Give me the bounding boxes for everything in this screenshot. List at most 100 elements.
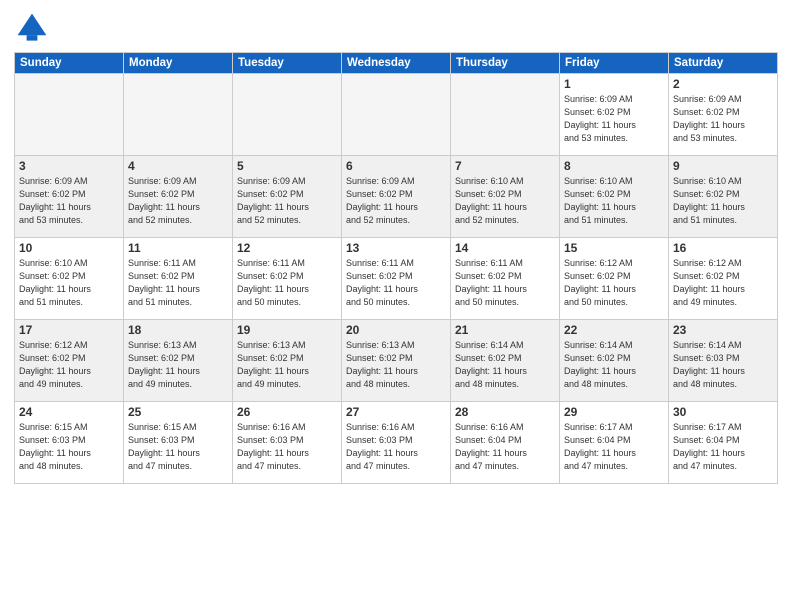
day-info: Sunrise: 6:14 AM Sunset: 6:03 PM Dayligh… — [673, 339, 773, 391]
calendar-week-row: 24Sunrise: 6:15 AM Sunset: 6:03 PM Dayli… — [15, 402, 778, 484]
calendar-cell: 2 Sunrise: 6:09 AM Sunset: 6:02 PM Daylig… — [669, 74, 778, 156]
day-info: Sunrise: 6:16 AM Sunset: 6:03 PM Dayligh… — [237, 421, 337, 473]
day-number: 5 — [237, 159, 337, 173]
day-info: Sunrise: 6:10 AM Sunset: 6:02 PM Dayligh… — [455, 175, 555, 227]
day-number: 9 — [673, 159, 773, 173]
day-info: Sunrise: 6:14 AM Sunset: 6:02 PM Dayligh… — [455, 339, 555, 391]
day-info: Sunrise: 6:13 AM Sunset: 6:02 PM Dayligh… — [237, 339, 337, 391]
calendar-cell: 30 Sunrise: 6:17 AM Sunset: 6:04 PM Dayli… — [669, 402, 778, 484]
calendar-cell: 25Sunrise: 6:15 AM Sunset: 6:03 PM Dayli… — [124, 402, 233, 484]
day-number: 4 — [128, 159, 228, 173]
day-info: Sunrise: 6:10 AM Sunset: 6:02 PM Dayligh… — [673, 175, 773, 227]
day-info: Sunrise: 6:17 AM Sunset: 6:04 PM Dayligh… — [564, 421, 664, 473]
day-info: Sunrise: 6:09 AM Sunset: 6:02 PM Dayligh… — [128, 175, 228, 227]
day-number: 2 — [673, 77, 773, 91]
day-number: 13 — [346, 241, 446, 255]
calendar-cell — [451, 74, 560, 156]
calendar-cell — [124, 74, 233, 156]
header — [14, 10, 778, 46]
calendar-cell: 5 Sunrise: 6:09 AM Sunset: 6:02 PM Daylig… — [233, 156, 342, 238]
calendar-cell: 27 Sunrise: 6:16 AM Sunset: 6:03 PM Dayli… — [342, 402, 451, 484]
day-info: Sunrise: 6:16 AM Sunset: 6:03 PM Dayligh… — [346, 421, 446, 473]
calendar-week-row: 1 Sunrise: 6:09 AM Sunset: 6:02 PM Daylig… — [15, 74, 778, 156]
calendar-cell: 17 Sunrise: 6:12 AM Sunset: 6:02 PM Dayli… — [15, 320, 124, 402]
calendar-cell: 10 Sunrise: 6:10 AM Sunset: 6:02 PM Dayli… — [15, 238, 124, 320]
day-info: Sunrise: 6:15 AM Sunset: 6:03 PM Dayligh… — [19, 421, 119, 473]
day-info: Sunrise: 6:14 AM Sunset: 6:02 PM Dayligh… — [564, 339, 664, 391]
logo — [14, 10, 54, 46]
day-info: Sunrise: 6:13 AM Sunset: 6:02 PM Dayligh… — [128, 339, 228, 391]
day-number: 29 — [564, 405, 664, 419]
day-number: 16 — [673, 241, 773, 255]
weekday-header-wednesday: Wednesday — [342, 53, 451, 74]
calendar-cell: 12Sunrise: 6:11 AM Sunset: 6:02 PM Dayli… — [233, 238, 342, 320]
day-info: Sunrise: 6:10 AM Sunset: 6:02 PM Dayligh… — [564, 175, 664, 227]
day-number: 18 — [128, 323, 228, 337]
day-number: 6 — [346, 159, 446, 173]
day-number: 22 — [564, 323, 664, 337]
calendar-cell: 9 Sunrise: 6:10 AM Sunset: 6:02 PM Daylig… — [669, 156, 778, 238]
day-info: Sunrise: 6:11 AM Sunset: 6:02 PM Dayligh… — [346, 257, 446, 309]
calendar-cell: 16 Sunrise: 6:12 AM Sunset: 6:02 PM Dayli… — [669, 238, 778, 320]
day-info: Sunrise: 6:12 AM Sunset: 6:02 PM Dayligh… — [564, 257, 664, 309]
calendar-cell: 4 Sunrise: 6:09 AM Sunset: 6:02 PM Daylig… — [124, 156, 233, 238]
calendar-cell — [15, 74, 124, 156]
day-info: Sunrise: 6:09 AM Sunset: 6:02 PM Dayligh… — [237, 175, 337, 227]
day-info: Sunrise: 6:12 AM Sunset: 6:02 PM Dayligh… — [19, 339, 119, 391]
calendar-cell: 1Sunrise: 6:09 AM Sunset: 6:02 PM Daylig… — [560, 74, 669, 156]
day-number: 23 — [673, 323, 773, 337]
calendar-cell: 29 Sunrise: 6:17 AM Sunset: 6:04 PM Dayli… — [560, 402, 669, 484]
calendar-week-row: 10 Sunrise: 6:10 AM Sunset: 6:02 PM Dayli… — [15, 238, 778, 320]
day-info: Sunrise: 6:09 AM Sunset: 6:02 PM Dayligh… — [19, 175, 119, 227]
day-number: 30 — [673, 405, 773, 419]
calendar-week-row: 3 Sunrise: 6:09 AM Sunset: 6:02 PM Daylig… — [15, 156, 778, 238]
day-number: 14 — [455, 241, 555, 255]
day-number: 15 — [564, 241, 664, 255]
day-info: Sunrise: 6:09 AM Sunset: 6:02 PM Dayligh… — [673, 93, 773, 145]
calendar-cell — [342, 74, 451, 156]
calendar-cell: 26 Sunrise: 6:16 AM Sunset: 6:03 PM Dayli… — [233, 402, 342, 484]
weekday-header-row: SundayMondayTuesdayWednesdayThursdayFrid… — [15, 53, 778, 74]
day-info: Sunrise: 6:09 AM Sunset: 6:02 PM Dayligh… — [346, 175, 446, 227]
calendar-cell: 15 Sunrise: 6:12 AM Sunset: 6:02 PM Dayli… — [560, 238, 669, 320]
day-info: Sunrise: 6:16 AM Sunset: 6:04 PM Dayligh… — [455, 421, 555, 473]
day-number: 1 — [564, 77, 664, 91]
weekday-header-sunday: Sunday — [15, 53, 124, 74]
day-number: 20 — [346, 323, 446, 337]
day-info: Sunrise: 6:15 AM Sunset: 6:03 PM Dayligh… — [128, 421, 228, 473]
day-info: Sunrise: 6:10 AM Sunset: 6:02 PM Dayligh… — [19, 257, 119, 309]
logo-icon — [14, 10, 50, 46]
calendar-cell: 7 Sunrise: 6:10 AM Sunset: 6:02 PM Daylig… — [451, 156, 560, 238]
calendar-cell: 18 Sunrise: 6:13 AM Sunset: 6:02 PM Dayli… — [124, 320, 233, 402]
day-number: 28 — [455, 405, 555, 419]
day-number: 19 — [237, 323, 337, 337]
day-number: 11 — [128, 241, 228, 255]
weekday-header-monday: Monday — [124, 53, 233, 74]
day-number: 17 — [19, 323, 119, 337]
calendar-cell: 20 Sunrise: 6:13 AM Sunset: 6:02 PM Dayli… — [342, 320, 451, 402]
day-number: 27 — [346, 405, 446, 419]
calendar-cell: 24Sunrise: 6:15 AM Sunset: 6:03 PM Dayli… — [15, 402, 124, 484]
day-number: 26 — [237, 405, 337, 419]
day-info: Sunrise: 6:11 AM Sunset: 6:02 PM Dayligh… — [128, 257, 228, 309]
weekday-header-saturday: Saturday — [669, 53, 778, 74]
calendar-cell: 13 Sunrise: 6:11 AM Sunset: 6:02 PM Dayli… — [342, 238, 451, 320]
day-number: 10 — [19, 241, 119, 255]
calendar-cell: 22 Sunrise: 6:14 AM Sunset: 6:02 PM Dayli… — [560, 320, 669, 402]
weekday-header-tuesday: Tuesday — [233, 53, 342, 74]
calendar-cell: 28 Sunrise: 6:16 AM Sunset: 6:04 PM Dayli… — [451, 402, 560, 484]
calendar-cell: 21Sunrise: 6:14 AM Sunset: 6:02 PM Dayli… — [451, 320, 560, 402]
calendar-cell: 11 Sunrise: 6:11 AM Sunset: 6:02 PM Dayli… — [124, 238, 233, 320]
day-number: 3 — [19, 159, 119, 173]
day-number: 7 — [455, 159, 555, 173]
calendar-cell: 6 Sunrise: 6:09 AM Sunset: 6:02 PM Daylig… — [342, 156, 451, 238]
weekday-header-friday: Friday — [560, 53, 669, 74]
day-number: 12 — [237, 241, 337, 255]
calendar-week-row: 17 Sunrise: 6:12 AM Sunset: 6:02 PM Dayli… — [15, 320, 778, 402]
day-info: Sunrise: 6:12 AM Sunset: 6:02 PM Dayligh… — [673, 257, 773, 309]
day-info: Sunrise: 6:17 AM Sunset: 6:04 PM Dayligh… — [673, 421, 773, 473]
calendar-cell: 23 Sunrise: 6:14 AM Sunset: 6:03 PM Dayli… — [669, 320, 778, 402]
calendar-cell — [233, 74, 342, 156]
day-info: Sunrise: 6:13 AM Sunset: 6:02 PM Dayligh… — [346, 339, 446, 391]
calendar: SundayMondayTuesdayWednesdayThursdayFrid… — [14, 52, 778, 484]
